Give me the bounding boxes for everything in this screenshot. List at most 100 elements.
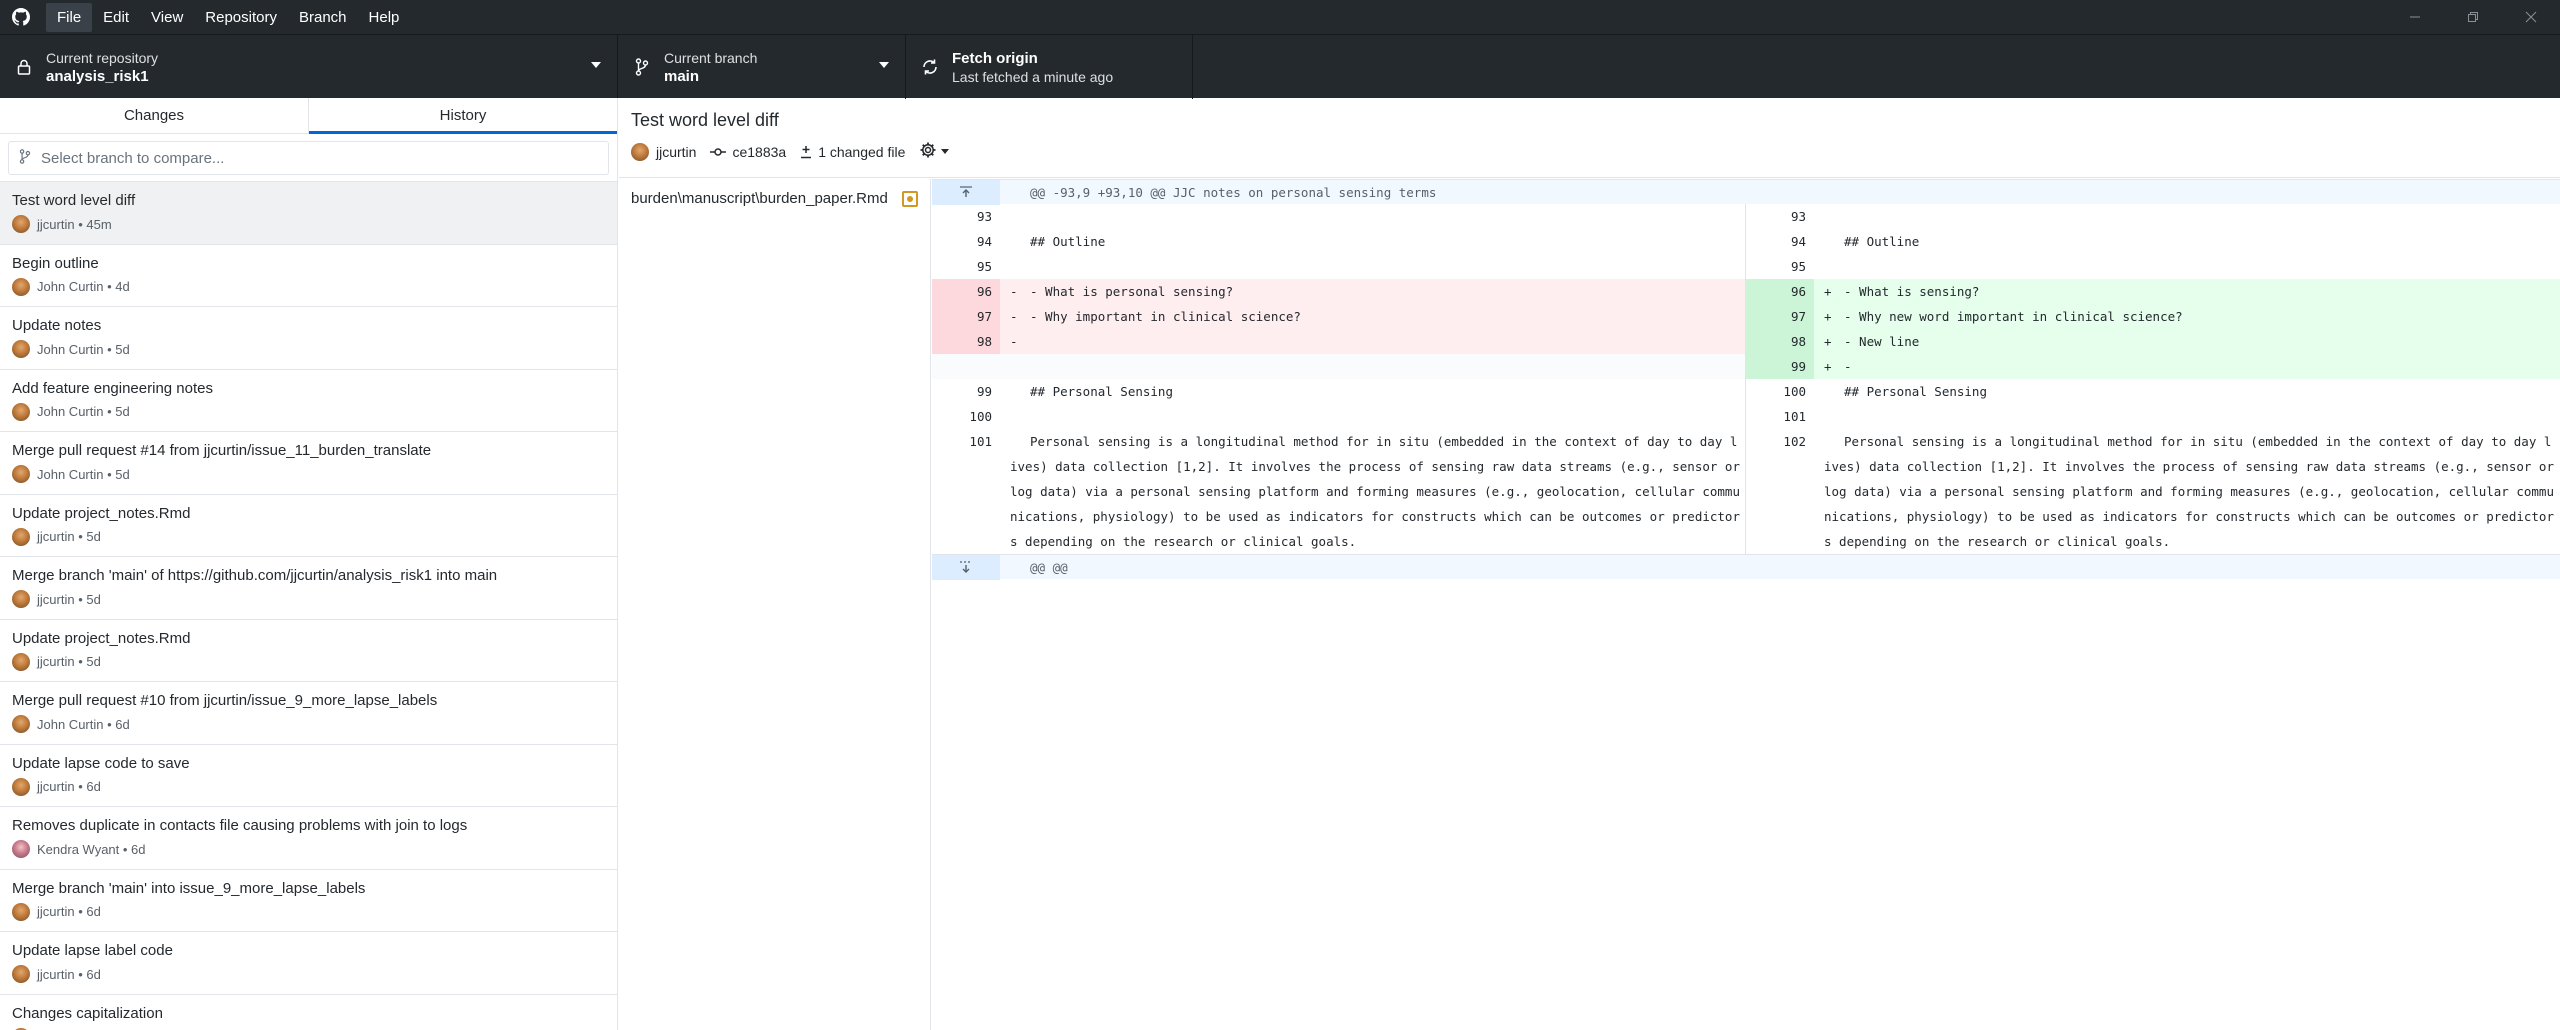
commit-item[interactable]: Update project_notes.Rmd jjcurtin • 5d <box>0 495 617 557</box>
compare-branch-input[interactable] <box>41 149 561 167</box>
diff-sign: + <box>1824 334 1832 349</box>
commit-item-age: 5d <box>115 341 130 357</box>
repository-name: analysis_risk1 <box>46 67 149 85</box>
modified-icon <box>902 190 918 207</box>
changed-files-count: 1 changed file <box>800 144 905 160</box>
separator-dot: • <box>74 529 87 545</box>
line-number: 97 <box>932 304 1000 329</box>
code-text: ## Personal Sensing <box>1844 384 1987 399</box>
commit-item-meta: John Curtin • 6d <box>12 715 605 734</box>
menu-file[interactable]: File <box>46 2 93 32</box>
diff-right-cell: 97 + - Why new word important in clinical … <box>1746 304 2560 329</box>
expand-up-icon[interactable] <box>932 179 1000 205</box>
separator-dot: • <box>103 466 116 482</box>
menu-repository[interactable]: Repository <box>194 3 288 32</box>
minimize-icon[interactable] <box>2386 0 2444 34</box>
commit-item-meta: jjcurtin • 5d <box>12 527 605 546</box>
commit-item[interactable]: Merge pull request #10 from jjcurtin/iss… <box>0 682 617 745</box>
commit-item-age: 4d <box>115 279 130 295</box>
diff-options-button[interactable] <box>919 141 950 162</box>
diff-left-cell: 93 <box>932 204 1746 229</box>
commit-item[interactable]: Begin outline John Curtin • 4d <box>0 245 617 307</box>
separator-dot: • <box>119 841 132 857</box>
diff-row: 100 101 <box>932 404 2560 429</box>
commit-item-age: 45m <box>86 216 112 232</box>
commit-item-author: John Curtin <box>37 404 104 420</box>
close-icon[interactable] <box>2502 0 2560 34</box>
menu-edit[interactable]: Edit <box>92 3 140 32</box>
branch-label: Current branch <box>664 49 758 66</box>
commit-item[interactable]: Add feature engineering notes John Curtin… <box>0 370 617 432</box>
commit-item-title: Update lapse code to save <box>12 754 190 772</box>
commit-item-title: Removes duplicate in contacts file causi… <box>12 817 468 835</box>
commit-item[interactable]: Merge pull request #14 from jjcurtin/iss… <box>0 432 617 495</box>
commit-author: jjcurtin <box>631 142 697 161</box>
line-number: 94 <box>976 234 992 249</box>
commit-item[interactable]: Test word level diff jjcurtin • 45m <box>0 182 617 245</box>
commit-sha[interactable]: ce1883a <box>710 144 786 160</box>
commit-item[interactable]: Removes duplicate in contacts file causi… <box>0 807 617 870</box>
avatar <box>12 402 30 421</box>
code-text: - <box>1844 359 1852 374</box>
menu-branch[interactable]: Branch <box>288 3 358 32</box>
commit-item-meta: jjcurtin • 45m <box>12 215 605 234</box>
commit-item[interactable]: Update project_notes.Rmd jjcurtin • 5d <box>0 620 617 682</box>
line-number: 100 <box>969 409 992 424</box>
commit-item[interactable]: Merge branch 'main' into issue_9_more_la… <box>0 870 617 932</box>
commit-list: Test word level diff jjcurtin • 45m Begin … <box>0 182 617 1030</box>
current-branch-button[interactable]: Current branch main <box>618 35 906 99</box>
commit-item-meta: John Curtin • 5d <box>12 340 605 359</box>
diff-row: 94 ## Outline 94 ## Outline <box>932 229 2560 254</box>
commit-detail: Test word level diff jjcurtin ce1883a 1 … <box>619 98 2560 1030</box>
toolbar: Current repository analysis_risk1 Curren… <box>0 34 2560 99</box>
commit-item-meta: jjcurtin • 6d <box>12 965 605 984</box>
line-number: 93 <box>1790 209 1806 224</box>
commit-item[interactable]: Update lapse code to save jjcurtin • 6d <box>0 745 617 807</box>
commit-item[interactable]: Changes capitalization <box>0 995 617 1030</box>
commit-author-name: jjcurtin <box>656 143 697 160</box>
current-repository-button[interactable]: Current repository analysis_risk1 <box>0 35 618 99</box>
commit-item-author: John Curtin <box>37 279 104 295</box>
hunk-header-text: @@ -93,9 +93,10 @@ JJC notes on personal… <box>1030 184 1437 200</box>
compare-input-wrapper[interactable] <box>8 141 609 175</box>
line-number: 95 <box>976 259 992 274</box>
commit-item[interactable]: Merge branch 'main' of https://github.co… <box>0 557 617 620</box>
line-number: 101 <box>1783 409 1806 424</box>
commit-item-author: John Curtin <box>37 716 104 732</box>
code-text: ## Outline <box>1030 234 1106 249</box>
commit-item-meta: jjcurtin • 6d <box>12 902 605 921</box>
code-text: - Why new word important in clinical sci… <box>1844 309 2183 324</box>
commit-item[interactable]: Update lapse label code jjcurtin • 6d <box>0 932 617 995</box>
hunk-footer-text: @@ @@ <box>1030 559 1068 575</box>
diff-left-cell: 100 <box>932 404 1746 429</box>
code-line: Personal sensing is a longitudinal metho… <box>1814 429 2560 554</box>
avatar <box>12 652 30 671</box>
tab-changes[interactable]: Changes <box>0 98 308 133</box>
file-item[interactable]: burden\manuscript\burden_paper.Rmd <box>619 182 930 215</box>
diff-right-cell: 94 ## Outline <box>1746 229 2560 254</box>
diff-row: 96- - What is personal sensing? 96 + - What … <box>932 279 2560 304</box>
tab-history[interactable]: History <box>308 98 617 134</box>
menu-help[interactable]: Help <box>358 3 411 32</box>
commit-item-meta: John Curtin • 5d <box>12 402 605 421</box>
menu-view[interactable]: View <box>140 3 194 32</box>
commit-item-meta: John Curtin • 5d <box>12 465 605 484</box>
diff-right-cell: 99 + - <box>1746 354 2560 379</box>
fetch-origin-button[interactable]: Fetch origin Last fetched a minute ago <box>906 35 1193 99</box>
line-number: 102 <box>1783 434 1806 449</box>
commit-item-author: jjcurtin <box>37 966 75 982</box>
commit-item-age: 6d <box>131 841 146 857</box>
diff-view: @@ -93,9 +93,10 @@ JJC notes on personal… <box>932 179 2560 1030</box>
avatar <box>631 142 649 161</box>
code-text: - Why important in clinical science? <box>1030 309 1301 324</box>
hunk-footer: @@ @@ <box>932 554 2560 580</box>
restore-icon[interactable] <box>2444 0 2502 34</box>
avatar <box>12 777 30 796</box>
code-line: ## Personal Sensing <box>1814 379 2560 404</box>
line-number: 94 <box>1790 234 1806 249</box>
separator-dot: • <box>103 279 116 295</box>
expand-down-icon[interactable] <box>932 554 1000 580</box>
commit-item[interactable]: Update notes John Curtin • 5d <box>0 307 617 370</box>
line-number: 97 <box>1746 304 1814 329</box>
